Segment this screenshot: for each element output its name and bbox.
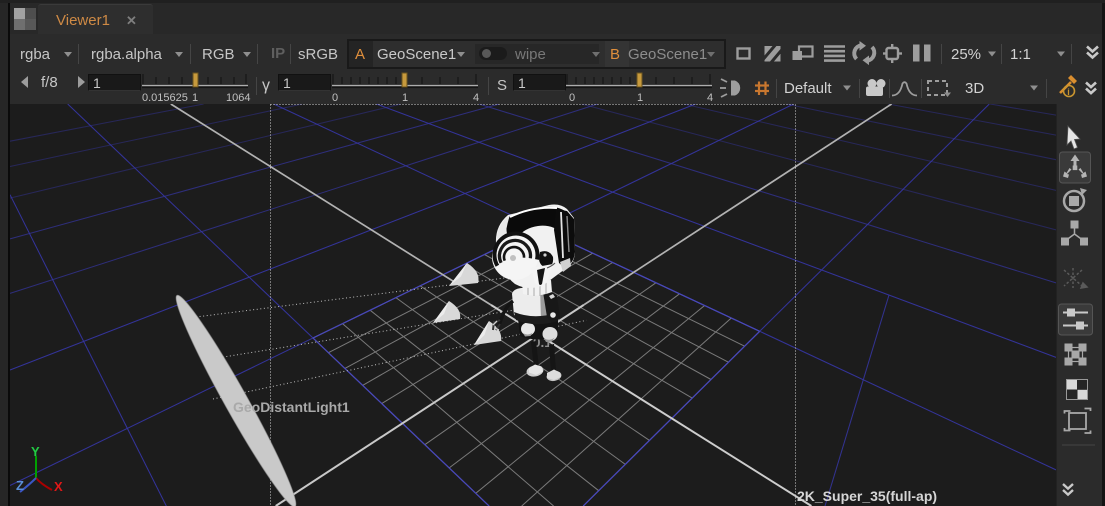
svg-text:4: 4 <box>707 92 713 104</box>
svg-text:1: 1 <box>192 92 198 104</box>
svg-text:1: 1 <box>402 92 408 104</box>
svg-text:0: 0 <box>569 92 575 104</box>
svg-text:GeoDistantLight1: GeoDistantLight1 <box>233 399 350 415</box>
svg-text:4: 4 <box>473 92 479 104</box>
svg-text:Y: Y <box>31 444 40 459</box>
svg-text:Default: Default <box>784 80 832 97</box>
svg-text:2K_Super_35(full-ap): 2K_Super_35(full-ap) <box>797 488 937 504</box>
svg-text:1064: 1064 <box>226 92 250 104</box>
svg-text:0: 0 <box>332 92 338 104</box>
svg-text:3D: 3D <box>965 80 984 97</box>
svg-text:1:1: 1:1 <box>1010 46 1031 63</box>
svg-text:0.015625: 0.015625 <box>142 92 188 104</box>
svg-text:i: i <box>1067 87 1070 97</box>
svg-text:25%: 25% <box>951 46 981 63</box>
svg-text:X: X <box>54 479 63 494</box>
svg-text:Z: Z <box>16 478 24 493</box>
svg-text:1: 1 <box>637 92 643 104</box>
